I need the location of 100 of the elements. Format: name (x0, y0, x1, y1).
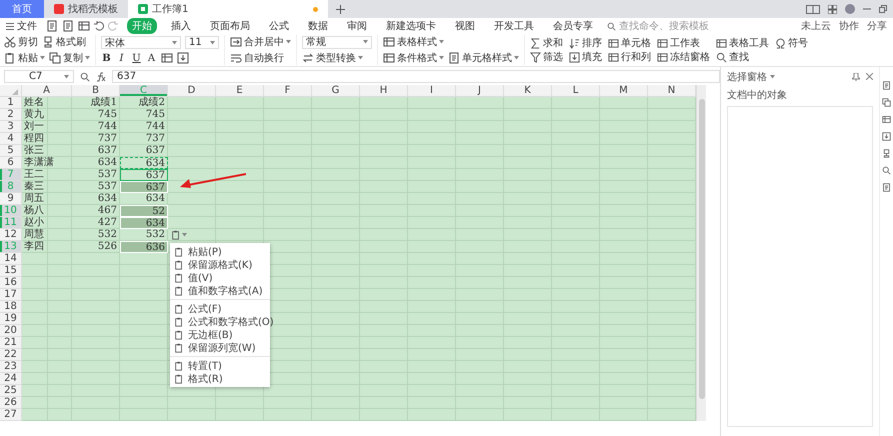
menu-item[interactable]: 保留源列宽(W) (170, 341, 270, 354)
row-header[interactable]: 4 (0, 133, 22, 145)
table-cell[interactable]: 姓名 (22, 97, 72, 109)
table-cell[interactable]: 637 (120, 169, 168, 181)
menu-tab[interactable]: 页面布局 (205, 18, 255, 34)
menu-tab[interactable]: 开发工具 (489, 18, 539, 34)
table-cell[interactable]: 637 (120, 181, 168, 193)
toolbar-button[interactable]: 填充 (569, 50, 602, 64)
restore-icon[interactable] (879, 5, 887, 13)
menu-item[interactable]: 值和数字格式(A) (170, 284, 270, 297)
table-cell[interactable]: 427 (72, 217, 120, 229)
tab[interactable]: 首页 (0, 0, 44, 18)
name-box[interactable]: C7 (4, 70, 74, 83)
toolbar-button[interactable]: 协作 (839, 19, 859, 33)
menu-item[interactable]: 保留源格式(K) (170, 258, 270, 271)
menu-tab[interactable]: 数据 (303, 18, 333, 34)
row-header[interactable]: 18 (0, 301, 22, 313)
row-header[interactable]: 20 (0, 325, 22, 337)
toolbar-button[interactable]: 单元格 (608, 36, 651, 50)
column-header[interactable]: L (552, 85, 600, 97)
table-cell[interactable]: 537 (72, 181, 120, 193)
menu-item[interactable]: 粘贴(P) (170, 245, 270, 258)
tab[interactable]: 找稻壳模板 (44, 0, 128, 18)
table-cell[interactable]: 成绩1 (72, 97, 120, 109)
column-header[interactable]: A (22, 85, 72, 97)
row-header[interactable]: 22 (0, 349, 22, 361)
row-header[interactable]: 14 (0, 253, 22, 265)
font-field[interactable]: 宋体 (101, 36, 181, 49)
menu-item[interactable]: 格式(R) (170, 372, 270, 385)
table-cell[interactable]: 程四 (22, 133, 72, 145)
paste-options-button[interactable] (171, 230, 187, 240)
row-header[interactable]: 23 (0, 361, 22, 373)
row-header[interactable]: 19 (0, 313, 22, 325)
menu-tab[interactable]: 审阅 (342, 18, 372, 34)
table-cell[interactable]: 532 (72, 229, 120, 241)
table-cell[interactable]: 黄九 (22, 109, 72, 121)
table-cell[interactable]: 744 (72, 121, 120, 133)
table-cell[interactable]: 745 (72, 109, 120, 121)
font-size-field[interactable]: 11 (185, 36, 219, 49)
column-header[interactable]: K (504, 85, 552, 97)
table-cell[interactable]: 成绩2 (120, 97, 168, 109)
column-header[interactable]: D (168, 85, 216, 97)
column-header[interactable]: E (216, 85, 264, 97)
grid-icon[interactable] (828, 4, 837, 14)
table-cell[interactable]: 737 (72, 133, 120, 145)
paste-button[interactable]: 粘贴 (4, 50, 45, 65)
menu-tab[interactable]: 视图 (450, 18, 480, 34)
toolbar-button[interactable]: 冻结窗格 (657, 50, 710, 64)
table-cell[interactable]: 李潇潇 (22, 157, 72, 169)
formula-field[interactable]: 637 (112, 70, 720, 83)
table-cell[interactable]: 杨八 (22, 205, 72, 217)
format-button[interactable]: A (146, 52, 157, 64)
row-header[interactable]: 6 (0, 157, 22, 169)
layout-icon[interactable] (806, 4, 820, 14)
column-header[interactable]: N (648, 85, 696, 97)
toolbar-button[interactable]: 求和 (530, 36, 563, 50)
row-header[interactable]: 2 (0, 109, 22, 121)
menu-item[interactable]: 无边框(B) (170, 328, 270, 341)
table-cell[interactable]: 745 (120, 109, 168, 121)
toolbar-button[interactable]: 表格工具 (716, 36, 769, 50)
format-button[interactable]: U (131, 52, 142, 64)
format-button[interactable]: B (101, 52, 112, 64)
avatar-icon[interactable] (845, 4, 855, 14)
scrollbar[interactable] (696, 85, 706, 421)
table-cell[interactable]: 张三 (22, 145, 72, 157)
table-cell[interactable]: 634 (72, 193, 120, 205)
table-cell[interactable]: 636 (120, 241, 168, 253)
row-header[interactable]: 9 (0, 193, 22, 205)
table-cell[interactable]: 52 (120, 205, 168, 217)
menu-tab[interactable]: 会员专享 (548, 18, 598, 34)
row-header[interactable]: 16 (0, 277, 22, 289)
row-header[interactable]: 3 (0, 121, 22, 133)
format-painter-button[interactable]: 格式刷 (42, 35, 86, 50)
row-header[interactable]: 1 (0, 97, 22, 109)
table-cell[interactable]: 744 (120, 121, 168, 133)
table-cell[interactable]: 王二 (22, 169, 72, 181)
toolbar-button[interactable]: 行和列 (608, 50, 651, 64)
tab[interactable]: 工作簿1 (128, 0, 328, 18)
table-cell[interactable]: 634 (72, 157, 120, 169)
table-cell[interactable]: 737 (120, 133, 168, 145)
row-header[interactable]: 5 (0, 145, 22, 157)
column-header[interactable]: B (72, 85, 120, 97)
file-menu[interactable]: 文件 (6, 19, 37, 33)
table-cell[interactable]: 526 (72, 241, 120, 253)
table-cell[interactable]: 秦三 (22, 181, 72, 193)
row-header[interactable]: 26 (0, 397, 22, 409)
row-header[interactable]: 24 (0, 373, 22, 385)
pane-title[interactable]: 选择窗格 (727, 70, 767, 84)
column-header[interactable]: M (600, 85, 648, 97)
pin-icon[interactable] (852, 73, 860, 81)
menu-item[interactable]: 值(V) (170, 271, 270, 284)
toolbar-button[interactable]: 工作表 (657, 36, 710, 50)
toolbar-button[interactable]: 分享 (867, 19, 887, 33)
table-style-button[interactable]: 表格样式 (383, 35, 444, 50)
menu-tab[interactable]: 新建选项卡 (381, 18, 441, 34)
format-button[interactable]: I (116, 52, 127, 64)
column-header[interactable]: G (312, 85, 360, 97)
column-header[interactable]: J (456, 85, 504, 97)
row-header[interactable]: 27 (0, 409, 22, 421)
table-cell[interactable]: 周慧 (22, 229, 72, 241)
